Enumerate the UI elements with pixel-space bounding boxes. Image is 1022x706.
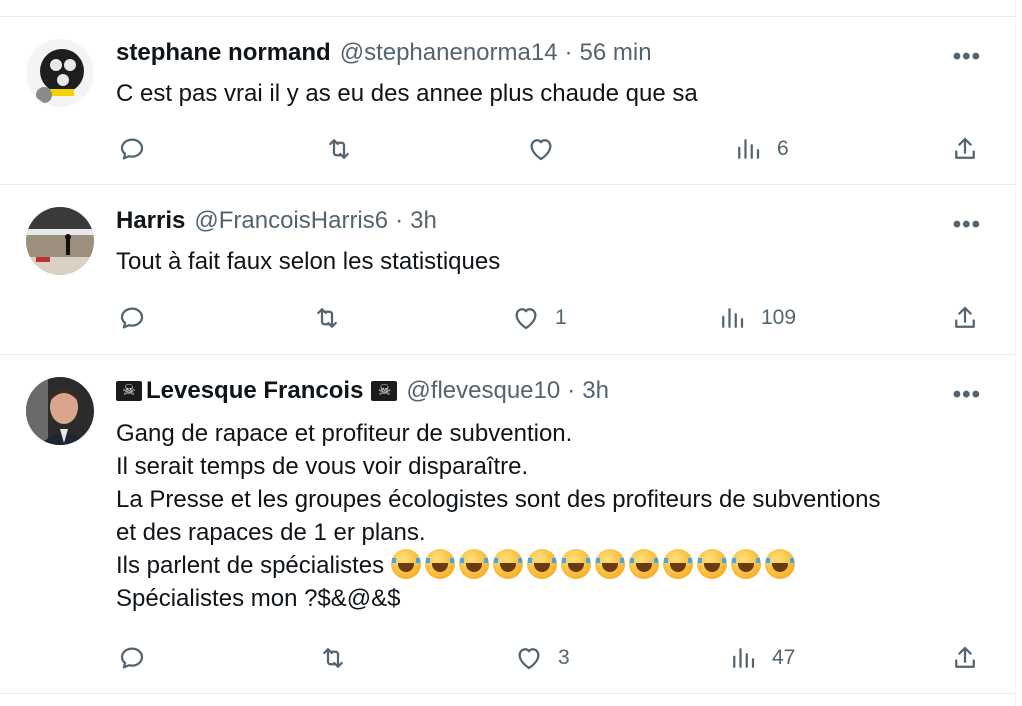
view-count: 47 xyxy=(772,646,796,669)
tears-of-joy-emoji xyxy=(594,549,625,579)
emoji-row xyxy=(390,549,799,579)
tweet-1[interactable]: stephane normand @stephanenorma14 · 56 m… xyxy=(0,16,1016,185)
like-count: 1 xyxy=(555,306,567,329)
retweet-icon xyxy=(323,648,343,668)
text-line: Ils parlent de spécialistes xyxy=(116,552,385,579)
more-dots-icon[interactable]: ••• xyxy=(953,43,981,71)
tweet-3[interactable]: ☠ Levesque Francois ☠ @flevesque10 · 3h … xyxy=(0,354,1016,694)
views-chart-icon xyxy=(722,308,744,328)
tweet-header: ☠ Levesque Francois ☠ @flevesque10 · 3h xyxy=(116,377,609,405)
share-icon xyxy=(955,306,975,328)
share-icon xyxy=(955,646,975,668)
tweet-2[interactable]: Harris @FrancoisHarris6 · 3h ••• Tout à … xyxy=(0,184,1016,355)
action-bar: 6 xyxy=(0,129,1016,169)
dot-separator: · xyxy=(564,39,573,66)
reply-icon xyxy=(120,307,144,329)
author-name[interactable]: Levesque Francois xyxy=(146,377,363,405)
like-button[interactable]: 1 xyxy=(511,298,567,338)
timestamp[interactable]: 3h xyxy=(410,207,437,235)
tweet-text: C est pas vrai il y as eu des annee plus… xyxy=(116,80,698,107)
dot-separator: · xyxy=(567,377,576,404)
tears-of-joy-emoji xyxy=(526,549,557,579)
author-handle[interactable]: @flevesque10 xyxy=(406,377,560,405)
text-line: La Presse et les groupes écologistes son… xyxy=(116,486,881,513)
like-button[interactable] xyxy=(526,129,556,169)
text-line: et des rapaces de 1 er plans. xyxy=(116,519,426,546)
author-name[interactable]: stephane normand xyxy=(116,39,331,67)
avatar[interactable] xyxy=(26,377,94,445)
views-chart-icon xyxy=(738,139,760,159)
tears-of-joy-emoji xyxy=(696,549,727,579)
action-bar: 1 109 xyxy=(0,298,1016,338)
reply-button[interactable] xyxy=(117,129,147,169)
tears-of-joy-emoji xyxy=(662,549,693,579)
avatar[interactable] xyxy=(26,39,94,107)
share-button[interactable] xyxy=(950,638,980,678)
views-button[interactable]: 109 xyxy=(717,298,796,338)
views-button[interactable]: 6 xyxy=(733,129,789,169)
timestamp[interactable]: 56 min xyxy=(580,39,652,67)
more-dots-icon[interactable]: ••• xyxy=(953,211,981,239)
tweet-header: stephane normand @stephanenorma14 · 56 m… xyxy=(116,39,652,67)
retweet-icon xyxy=(329,139,349,159)
pirate-flag-icon: ☠ xyxy=(371,381,398,401)
heart-icon xyxy=(530,139,552,161)
reply-button[interactable] xyxy=(117,638,147,678)
reply-icon xyxy=(120,647,144,669)
text-line: Spécialistes mon ?$&@&$ xyxy=(116,585,401,612)
dot-separator: · xyxy=(395,207,404,234)
tears-of-joy-emoji xyxy=(492,549,523,579)
tears-of-joy-emoji xyxy=(390,549,421,579)
reply-icon xyxy=(120,138,144,160)
more-dots-icon[interactable]: ••• xyxy=(953,381,981,409)
share-icon xyxy=(955,137,975,159)
retweet-button[interactable] xyxy=(318,638,348,678)
author-name[interactable]: Harris xyxy=(116,207,185,235)
retweet-icon xyxy=(317,308,337,328)
text-line-with-emoji: Ils parlent de spécialistes xyxy=(116,549,996,582)
action-bar: 3 47 xyxy=(0,638,1016,678)
heart-icon xyxy=(515,308,537,330)
avatar[interactable] xyxy=(26,207,94,275)
views-button[interactable]: 47 xyxy=(728,638,795,678)
tweet-text: Tout à fait faux selon les statistiques xyxy=(116,248,501,275)
author-handle[interactable]: @FrancoisHarris6 xyxy=(194,207,388,235)
view-count: 6 xyxy=(777,137,789,160)
tweet-text: Gang de rapace et profiteur de subventio… xyxy=(116,417,996,615)
tears-of-joy-emoji xyxy=(424,549,455,579)
heart-icon xyxy=(518,648,540,670)
tears-of-joy-emoji xyxy=(628,549,659,579)
views-chart-icon xyxy=(733,648,755,668)
tears-of-joy-emoji xyxy=(730,549,761,579)
retweet-button[interactable] xyxy=(324,129,354,169)
tweet-header: Harris @FrancoisHarris6 · 3h xyxy=(116,207,437,235)
author-handle[interactable]: @stephanenorma14 xyxy=(340,39,558,67)
pirate-flag-icon: ☠ xyxy=(116,381,142,401)
share-button[interactable] xyxy=(950,129,980,169)
view-count: 109 xyxy=(761,306,797,329)
text-line: Gang de rapace et profiteur de subventio… xyxy=(116,420,573,447)
text-line: Il serait temps de vous voir disparaître… xyxy=(116,453,529,480)
share-button[interactable] xyxy=(950,298,980,338)
tears-of-joy-emoji xyxy=(458,549,489,579)
tears-of-joy-emoji xyxy=(764,549,795,579)
retweet-button[interactable] xyxy=(312,298,342,338)
reply-button[interactable] xyxy=(117,298,147,338)
like-button[interactable]: 3 xyxy=(514,638,570,678)
like-count: 3 xyxy=(558,646,570,669)
tears-of-joy-emoji xyxy=(560,549,591,579)
timestamp[interactable]: 3h xyxy=(582,377,609,405)
right-column-border xyxy=(1015,0,1022,706)
